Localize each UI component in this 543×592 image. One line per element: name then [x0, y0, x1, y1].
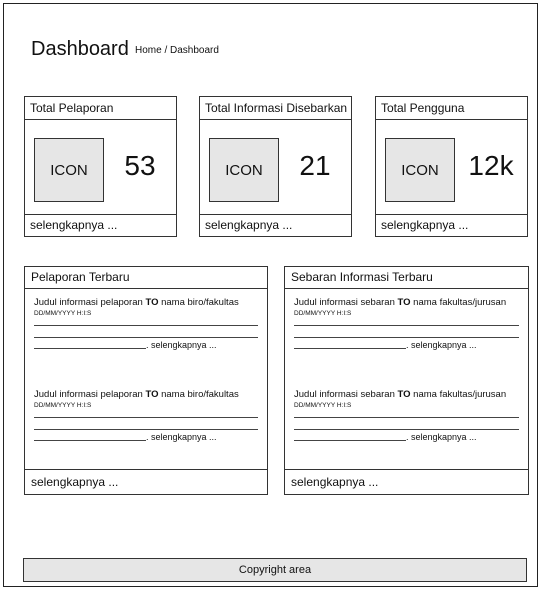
item-more-link[interactable]: . selengkapnya ... — [146, 340, 217, 350]
item-date: DD/MM/YYYY H:I:S — [294, 310, 352, 317]
text-placeholder-line — [294, 325, 519, 326]
item-title: Judul informasi sebaran TO nama fakultas… — [294, 297, 507, 308]
list-item[interactable]: Judul informasi pelaporan TO nama biro/f… — [34, 389, 258, 442]
recent-broadcasts-panel: Sebaran Informasi Terbaru Judul informas… — [284, 266, 529, 495]
page-title: Dashboard — [31, 38, 129, 60]
text-placeholder-line — [294, 440, 406, 441]
text-placeholder-line — [34, 429, 258, 430]
stat-value: 21 — [299, 150, 331, 181]
panel-more-link[interactable]: selengkapnya ... — [285, 469, 528, 494]
stat-value: 53 — [124, 150, 156, 181]
list-item[interactable]: Judul informasi sebaran TO nama fakultas… — [294, 297, 519, 350]
item-title: Judul informasi sebaran TO nama fakultas… — [294, 389, 507, 400]
dashboard-frame: Dashboard Home / Dashboard Total Pelapor… — [3, 3, 538, 587]
stat-card-total-pelaporan: Total Pelaporan ICON 53 selengkapnya ... — [24, 96, 177, 237]
panel-title: Pelaporan Terbaru — [25, 267, 267, 289]
item-more-link[interactable]: . selengkapnya ... — [406, 432, 477, 442]
stat-card-title: Total Pengguna — [376, 97, 527, 120]
item-date: DD/MM/YYYY H:I:S — [34, 402, 92, 409]
item-title: Judul informasi pelaporan TO nama biro/f… — [34, 389, 239, 400]
recent-reports-panel: Pelaporan Terbaru Judul informasi pelapo… — [24, 266, 268, 495]
user-icon: ICON — [385, 138, 455, 202]
stat-card-title: Total Pelaporan — [25, 97, 176, 120]
stat-card-more-link[interactable]: selengkapnya ... — [200, 214, 351, 236]
text-placeholder-line — [34, 348, 146, 349]
stat-card-total-informasi: Total Informasi Disebarkan ICON 21 selen… — [199, 96, 352, 237]
item-more-link[interactable]: . selengkapnya ... — [406, 340, 477, 350]
copyright-footer: Copyright area — [23, 558, 527, 582]
stat-card-title: Total Informasi Disebarkan — [200, 97, 351, 120]
text-placeholder-line — [294, 337, 519, 338]
stat-value: 12k — [468, 150, 514, 181]
stat-card-more-link[interactable]: selengkapnya ... — [25, 214, 176, 236]
breadcrumb: Home / Dashboard — [135, 45, 219, 56]
text-placeholder-line — [34, 440, 146, 441]
stat-card-more-link[interactable]: selengkapnya ... — [376, 214, 527, 236]
item-title: Judul informasi pelaporan TO nama biro/f… — [34, 297, 239, 308]
item-date: DD/MM/YYYY H:I:S — [294, 402, 352, 409]
text-placeholder-line — [294, 429, 519, 430]
panel-title: Sebaran Informasi Terbaru — [285, 267, 528, 289]
item-date: DD/MM/YYYY H:I:S — [34, 310, 92, 317]
text-placeholder-line — [294, 348, 406, 349]
text-placeholder-line — [34, 325, 258, 326]
list-item[interactable]: Judul informasi pelaporan TO nama biro/f… — [34, 297, 258, 350]
text-placeholder-line — [34, 417, 258, 418]
text-placeholder-line — [294, 417, 519, 418]
item-more-link[interactable]: . selengkapnya ... — [146, 432, 217, 442]
list-item[interactable]: Judul informasi sebaran TO nama fakultas… — [294, 389, 519, 442]
stat-card-total-pengguna: Total Pengguna ICON 12k selengkapnya ... — [375, 96, 528, 237]
panel-more-link[interactable]: selengkapnya ... — [25, 469, 267, 494]
info-icon: ICON — [209, 138, 279, 202]
report-icon: ICON — [34, 138, 104, 202]
text-placeholder-line — [34, 337, 258, 338]
